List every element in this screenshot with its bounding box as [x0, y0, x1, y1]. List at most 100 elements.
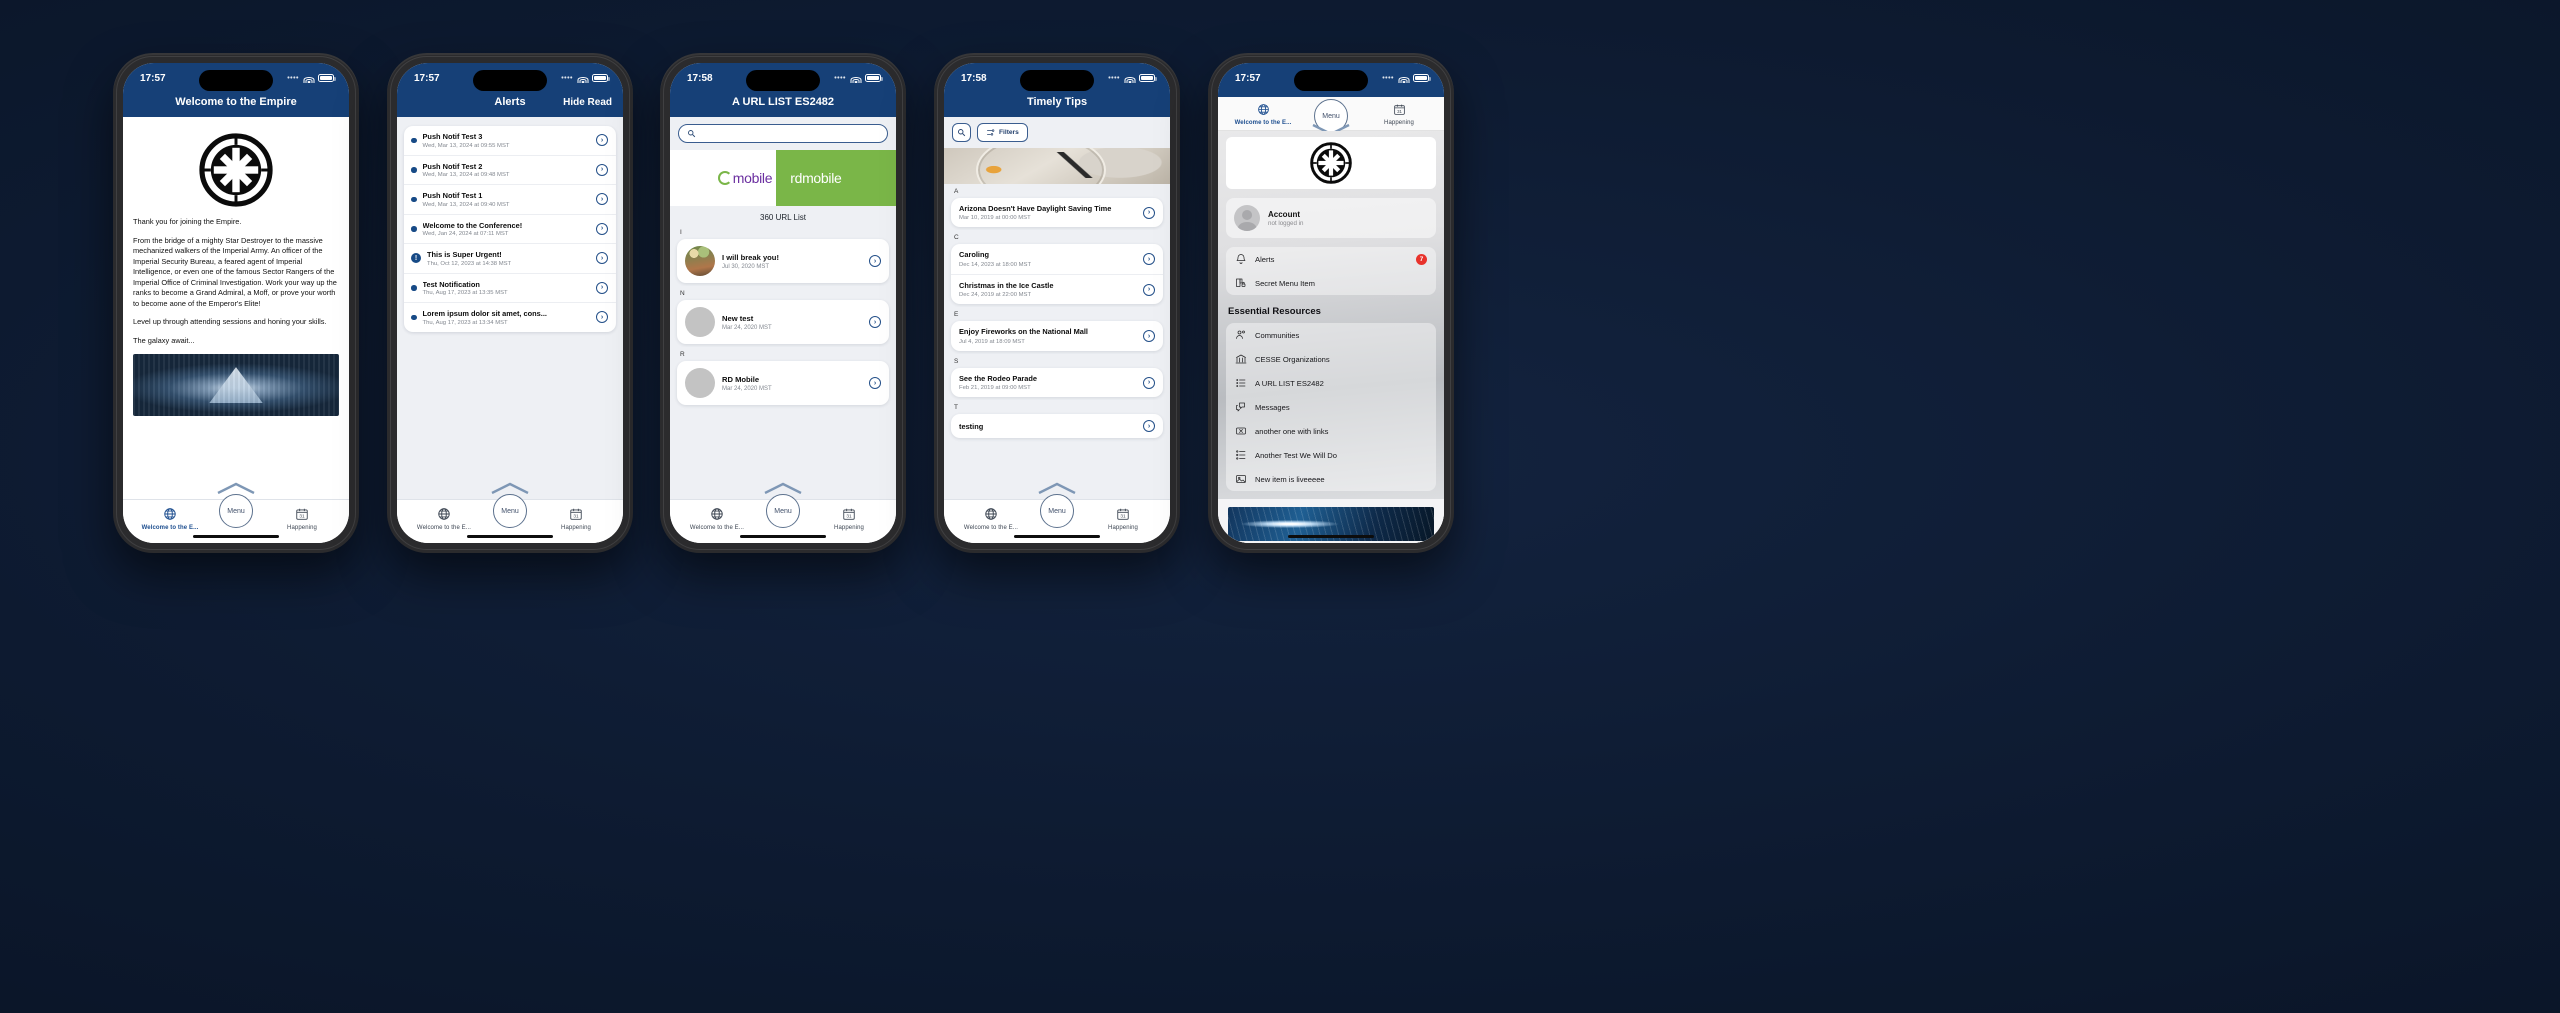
list-item-text: New test Mar 24, 2020 MST	[722, 314, 862, 331]
phone-welcome: 17:57 •••• Welcome to the Empire Thank y…	[113, 53, 359, 553]
alert-row[interactable]: Push Notif Test 2 Wed, Mar 13, 2024 at 09…	[404, 156, 616, 185]
alert-row[interactable]: Push Notif Test 3 Wed, Mar 13, 2024 at 09…	[404, 126, 616, 156]
chevron-right-icon[interactable]: ›	[596, 222, 608, 235]
tab-happening[interactable]: 31 Happening	[271, 506, 333, 531]
chat-bubbles-icon	[1235, 401, 1247, 413]
list-item-title: New test	[722, 313, 754, 323]
alert-row[interactable]: ! This is Super Urgent! Thu, Oct 12, 2023 …	[404, 244, 616, 274]
chevron-right-icon[interactable]: ›	[1143, 253, 1155, 266]
avatar	[685, 368, 715, 398]
sponsor-banner[interactable]: mobile rdmobile	[670, 150, 896, 206]
menu-drawer: Account not logged in Alerts 7 Secret Menu…	[1218, 131, 1444, 543]
tab-welcome-label: Welcome to the E...	[963, 525, 1019, 531]
tab-welcome[interactable]: Welcome to the E...	[1232, 101, 1294, 126]
list-item-title: RD Mobile	[722, 374, 760, 384]
chevron-right-icon[interactable]: ›	[596, 163, 608, 176]
menu-item-label: CESSE Organizations	[1255, 354, 1330, 364]
menu-item-a-url-list-es2482[interactable]: A URL LIST ES2482	[1226, 371, 1436, 395]
tab-welcome[interactable]: Welcome to the E...	[413, 506, 475, 531]
tip-title: Enjoy Fireworks on the National Mall	[959, 327, 1088, 337]
chevron-right-icon[interactable]: ›	[1143, 283, 1155, 296]
chevron-right-icon[interactable]: ›	[596, 134, 608, 147]
tips-content: Filters A Arizona Doesn't Have Daylight S…	[944, 117, 1170, 499]
alert-date: Wed, Mar 13, 2024 at 09:55 MST	[422, 142, 510, 149]
tip-card: See the Rodeo Parade Feb 21, 2019 at 09:0…	[951, 367, 1163, 398]
alert-row[interactable]: Test Notification Thu, Aug 17, 2023 at 13…	[404, 274, 616, 303]
chevron-right-icon[interactable]: ›	[869, 316, 881, 328]
page-title: A URL LIST ES2482	[731, 96, 835, 108]
globe-icon	[960, 506, 1022, 522]
search-button[interactable]	[952, 123, 971, 142]
tab-happening-label: Happening	[1384, 120, 1414, 126]
search-icon	[688, 130, 696, 138]
book-lock-icon	[1235, 277, 1247, 289]
tip-row[interactable]: Arizona Doesn't Have Daylight Saving Tim…	[951, 198, 1163, 227]
list-item[interactable]: I will break you! Jul 30, 2020 MST ›	[677, 239, 889, 283]
menu-item-new-item-is-liveeeee[interactable]: New item is liveeeee	[1226, 467, 1436, 491]
chevron-right-icon[interactable]: ›	[1143, 376, 1155, 389]
welcome-paragraph: From the bridge of a mighty Star Destroy…	[133, 235, 337, 308]
tip-row[interactable]: Christmas in the Ice Castle Dec 24, 2019 …	[951, 275, 1163, 304]
phone-menu-drawer: 17:57 •••• Welcome to the E... 31 Happen…	[1208, 53, 1454, 553]
menu-button[interactable]: Menu	[1040, 494, 1074, 528]
menu-item-communities[interactable]: Communities	[1226, 323, 1436, 347]
tip-title: Arizona Doesn't Have Daylight Saving Tim…	[959, 204, 1112, 213]
menu-item-cesse-organizations[interactable]: CESSE Organizations	[1226, 347, 1436, 371]
chevron-right-icon[interactable]: ›	[596, 281, 608, 294]
tab-happening[interactable]: 31 Happening	[818, 506, 880, 531]
menu-item-secret-menu-item[interactable]: Secret Menu Item	[1226, 271, 1436, 295]
primary-menu-group: Alerts 7 Secret Menu Item	[1226, 247, 1436, 295]
chevron-right-icon[interactable]: ›	[869, 255, 881, 267]
tip-row[interactable]: Enjoy Fireworks on the National Mall Jul …	[951, 321, 1163, 350]
menu-item-label: A URL LIST ES2482	[1255, 378, 1324, 388]
tip-row[interactable]: testing ›	[951, 414, 1163, 438]
chevron-right-icon[interactable]: ›	[596, 311, 608, 324]
tab-happening-label: Happening	[561, 525, 591, 531]
url-sections: II will break you! Jul 30, 2020 MST › N New …	[670, 225, 896, 405]
alert-title: Push Notif Test 3	[422, 132, 483, 141]
chevron-right-icon[interactable]: ›	[596, 252, 608, 265]
filters-button[interactable]: Filters	[977, 123, 1028, 142]
alert-row[interactable]: Push Notif Test 1 Wed, Mar 13, 2024 at 09…	[404, 185, 616, 215]
tip-row[interactable]: Caroling Dec 14, 2023 at 18:00 MST ›	[951, 244, 1163, 275]
menu-button[interactable]: Menu	[766, 494, 800, 528]
alert-row[interactable]: Lorem ipsum dolor sit amet, cons... Thu, …	[404, 303, 616, 332]
list-item-text: RD Mobile Mar 24, 2020 MST	[722, 375, 862, 392]
banner-right-word: rdmobile	[776, 150, 896, 206]
menu-item-messages[interactable]: Messages	[1226, 395, 1436, 419]
tip-card: testing ›	[951, 414, 1163, 439]
alert-text: Lorem ipsum dolor sit amet, cons... Thu, …	[423, 309, 591, 326]
unread-dot-icon	[411, 314, 417, 320]
chevron-right-icon[interactable]: ›	[1143, 420, 1155, 433]
chevron-right-icon[interactable]: ›	[869, 377, 881, 389]
account-card[interactable]: Account not logged in	[1226, 198, 1436, 238]
alert-date: Wed, Mar 13, 2024 at 09:40 MST	[422, 201, 510, 208]
hide-read-button[interactable]: Hide Read	[563, 97, 612, 108]
search-input[interactable]	[678, 124, 888, 143]
search-field[interactable]	[701, 130, 879, 137]
tab-happening[interactable]: 31 Happening	[545, 506, 607, 531]
menu-button[interactable]: Menu	[493, 494, 527, 528]
chevron-right-icon[interactable]: ›	[596, 193, 608, 206]
list-item[interactable]: New test Mar 24, 2020 MST ›	[677, 300, 889, 344]
tab-bar: Welcome to the E... 31 Happening Menu	[944, 482, 1170, 543]
tip-row[interactable]: See the Rodeo Parade Feb 21, 2019 at 09:0…	[951, 368, 1163, 397]
tab-welcome[interactable]: Welcome to the E...	[139, 506, 201, 531]
tab-happening[interactable]: 31 Happening	[1368, 101, 1430, 126]
battery-icon	[318, 74, 336, 82]
menu-item-alerts[interactable]: Alerts 7	[1226, 247, 1436, 271]
tab-welcome[interactable]: Welcome to the E...	[960, 506, 1022, 531]
tab-welcome[interactable]: Welcome to the E...	[686, 506, 748, 531]
menu-button[interactable]: Menu	[219, 494, 253, 528]
chevron-right-icon[interactable]: ›	[1143, 206, 1155, 219]
bullet-list-icon	[1235, 449, 1247, 461]
menu-item-another-one-with-links[interactable]: another one with links	[1226, 419, 1436, 443]
alert-row[interactable]: Welcome to the Conference! Wed, Jan 24, 2…	[404, 215, 616, 244]
svg-text:31: 31	[299, 514, 305, 519]
unread-dot-icon	[411, 285, 417, 291]
chevron-right-icon[interactable]: ›	[1143, 330, 1155, 343]
tab-happening[interactable]: 31 Happening	[1092, 506, 1154, 531]
list-item[interactable]: RD Mobile Mar 24, 2020 MST ›	[677, 361, 889, 405]
menu-item-another-test-we-will-do[interactable]: Another Test We Will Do	[1226, 443, 1436, 467]
wifi-icon	[577, 74, 588, 83]
